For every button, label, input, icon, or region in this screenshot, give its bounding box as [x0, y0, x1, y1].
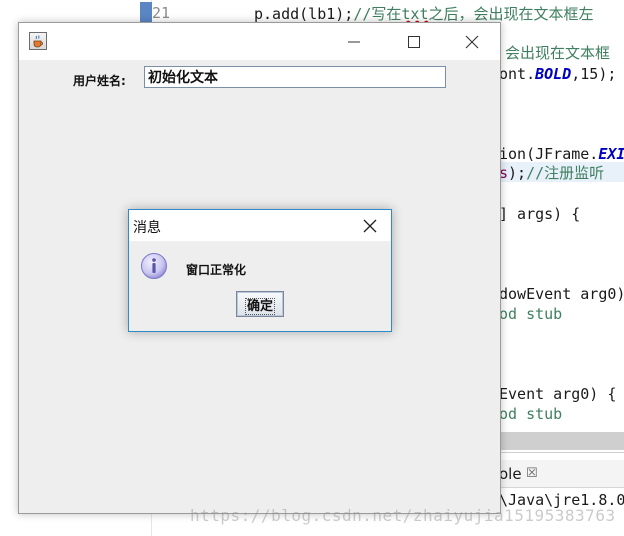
- code-line-7: dowEvent arg0): [499, 285, 624, 303]
- maximize-icon: [408, 36, 420, 48]
- ok-button-label: 确定: [244, 297, 275, 315]
- dialog-close-button[interactable]: [361, 217, 379, 235]
- information-icon: [140, 252, 168, 280]
- minimize-button[interactable]: [343, 31, 365, 53]
- console-tab-close-icon[interactable]: ☒: [526, 466, 538, 481]
- gutter-marker: [140, 2, 152, 22]
- editor-horizontal-scrollbar[interactable]: [500, 432, 624, 450]
- dialog-message: 窗口正常化: [186, 263, 247, 277]
- code-line-6: ] args) {: [499, 205, 581, 223]
- minimize-icon: [348, 41, 360, 43]
- window-titlebar[interactable]: [19, 23, 500, 60]
- watermark-text: https://blog.csdn.net/zhaiyujia151953837…: [190, 506, 616, 525]
- code-line-4: ion(JFrame.EXI: [499, 145, 624, 163]
- window-close-button[interactable]: [461, 31, 483, 53]
- code-line-5: s);//注册监听: [499, 164, 605, 182]
- username-input[interactable]: [144, 66, 446, 88]
- message-dialog: 消息 窗口正常化 确定: [128, 209, 392, 332]
- code-line-2: 会出现在文本框: [505, 44, 611, 62]
- code-line-3: ont.BOLD,15);: [499, 65, 617, 83]
- code-line-8: od stub: [499, 305, 563, 323]
- close-icon: [363, 219, 377, 233]
- ok-button[interactable]: 确定: [236, 291, 284, 317]
- code-line-9: Event arg0) {: [499, 385, 617, 403]
- java-cup-icon[interactable]: [29, 32, 47, 50]
- line-number: 21: [152, 4, 171, 22]
- close-icon: [465, 35, 479, 49]
- dialog-titlebar[interactable]: 消息: [129, 210, 391, 241]
- code-line-10: od stub: [499, 405, 563, 423]
- dialog-title: 消息: [133, 220, 161, 236]
- console-tab-label: ole: [499, 465, 522, 483]
- username-label: 用户姓名:: [73, 74, 126, 88]
- maximize-button[interactable]: [403, 31, 425, 53]
- code-line-1: p.add(lb1);//写在txt之后，会出现在文本框左: [254, 5, 594, 23]
